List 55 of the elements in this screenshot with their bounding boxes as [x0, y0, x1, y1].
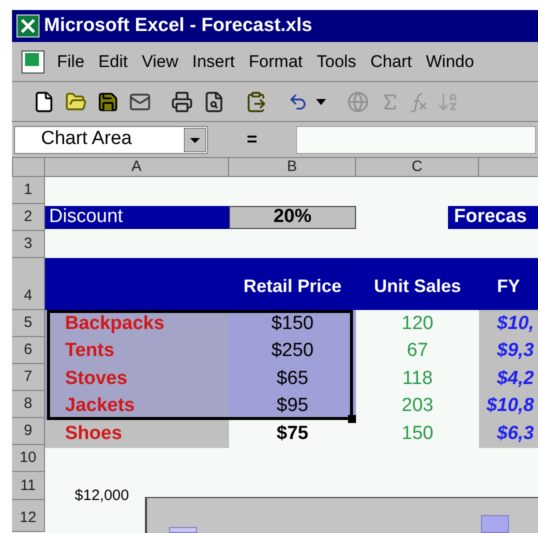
- row-header[interactable]: 1: [12, 177, 45, 204]
- menu-item[interactable]: View: [134, 48, 186, 74]
- row-header[interactable]: 4: [12, 258, 45, 310]
- row-header[interactable]: 9: [12, 418, 45, 445]
- unit-sales-cell-text: 120: [400, 312, 434, 336]
- product-cell: Shoes: [45, 420, 229, 448]
- menu-item[interactable]: Tools: [310, 48, 364, 74]
- window-title: Microsoft Excel - Forecast.xls: [44, 14, 312, 38]
- menu-item[interactable]: Chart: [363, 48, 419, 74]
- column-header[interactable]: A: [45, 157, 229, 177]
- row-header[interactable]: 6: [12, 337, 45, 364]
- dropdown-arrow-icon[interactable]: [184, 128, 206, 152]
- price-cell: $65: [229, 365, 356, 392]
- column-heading: Unit Sales: [372, 274, 462, 298]
- unit-sales-cell-text: 150: [400, 422, 434, 446]
- column-heading: FY: [496, 274, 521, 298]
- menu-item[interactable]: File: [50, 48, 92, 74]
- chart-bar: [169, 527, 197, 533]
- price-cell-text: $75: [276, 422, 310, 446]
- forecast-cell: $6,3: [479, 420, 538, 448]
- forecast-cell: $10,: [479, 310, 538, 338]
- row-header[interactable]: 3: [12, 231, 45, 258]
- unit-sales-cell-text: 203: [400, 394, 434, 418]
- price-cell: $250: [229, 338, 356, 365]
- product-cell: Stoves: [45, 365, 229, 392]
- column-header[interactable]: B: [229, 157, 356, 177]
- column-heading: Retail Price: [242, 274, 343, 298]
- menu-item[interactable]: Insert: [185, 48, 242, 74]
- row-header[interactable]: 11: [12, 472, 45, 500]
- forecast-label: Forecas: [448, 206, 538, 229]
- row-header[interactable]: 5: [12, 310, 45, 337]
- row-header[interactable]: 2: [12, 204, 45, 231]
- menu-item[interactable]: Windo: [418, 48, 482, 74]
- equals-sign: =: [246, 128, 258, 151]
- row-header[interactable]: 12: [12, 500, 45, 532]
- row-header[interactable]: 7: [12, 364, 45, 391]
- unit-sales-cell-text: 118: [401, 366, 434, 390]
- forecast-cell: $9,3: [479, 338, 538, 365]
- forecast-cell: $10,8: [479, 392, 538, 420]
- discount-label: Discount: [45, 206, 229, 229]
- forecast-cell: $4,2: [479, 365, 538, 392]
- product-cell: Tents: [45, 338, 229, 365]
- row-header[interactable]: 10: [12, 445, 45, 472]
- unit-sales-cell-text: 67: [406, 339, 430, 363]
- chart-bar: [481, 515, 509, 533]
- discount-value: 20%: [229, 206, 356, 229]
- formula-field[interactable]: [296, 126, 536, 154]
- column-header[interactable]: C: [356, 157, 479, 177]
- spreadsheet-icon: [16, 14, 40, 38]
- name-box[interactable]: Chart Area: [14, 126, 208, 154]
- axis-label: $12,000: [74, 486, 130, 506]
- menu-item[interactable]: Edit: [91, 48, 135, 74]
- dropdown-arrow-icon[interactable]: [316, 98, 326, 104]
- row-header[interactable]: 8: [12, 391, 45, 418]
- menu-item[interactable]: Format: [242, 48, 310, 74]
